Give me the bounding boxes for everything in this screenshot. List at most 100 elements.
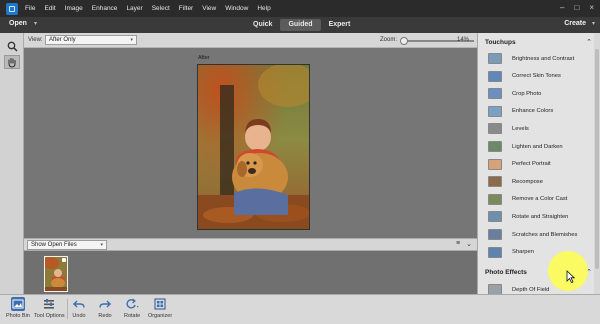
tab-expert[interactable]: Expert — [321, 19, 359, 31]
chevron-down-icon: ▾ — [100, 242, 103, 248]
touchup-item-label: Crop Photo — [512, 90, 542, 97]
lighten-darken-icon — [488, 141, 502, 152]
touchup-item-label: Levels — [512, 125, 529, 132]
menu-filter[interactable]: Filter — [179, 5, 193, 12]
organizer-icon — [153, 297, 167, 311]
touchup-item[interactable]: Brightness and Contrast — [478, 50, 594, 67]
menu-view[interactable]: View — [202, 5, 216, 12]
levels-icon — [488, 123, 502, 135]
photo-bin — [24, 251, 477, 294]
view-select[interactable]: After Only ▾ — [45, 35, 137, 45]
recompose-icon — [488, 176, 502, 188]
mode-tabs: Quick Guided Expert — [245, 19, 358, 31]
hand-tool-button[interactable] — [4, 55, 20, 69]
menu-enhance[interactable]: Enhance — [92, 5, 118, 12]
view-options-bar: View: After Only ▾ Zoom: 14% — [24, 33, 477, 48]
touchup-item[interactable]: Lighten and Darken — [478, 138, 594, 155]
organizer-button[interactable]: Organizer — [148, 297, 172, 324]
photo-bin-label: Photo Bin — [6, 313, 30, 319]
photo-boy-with-dog[interactable] — [197, 64, 310, 230]
menu-file[interactable]: File — [25, 5, 35, 12]
menu-layer[interactable]: Layer — [126, 5, 142, 12]
scratches-icon — [488, 229, 502, 240]
touchup-item-label: Enhance Colors — [512, 108, 554, 115]
photo-bin-header: Show Open Files ▾ ≡ ⌄ — [24, 238, 477, 251]
touchup-item[interactable]: Enhance Colors — [478, 103, 594, 120]
create-button[interactable]: Create — [564, 20, 586, 27]
tool-options-button[interactable]: Tool Options — [34, 297, 65, 324]
touchup-item-label: Remove a Color Cast — [512, 196, 568, 203]
menu-bar: File Edit Image Enhance Layer Select Fil… — [0, 0, 600, 17]
maximize-button[interactable]: □ — [574, 3, 579, 12]
menu-help[interactable]: Help — [257, 5, 270, 12]
chevron-down-icon[interactable]: ▾ — [34, 20, 37, 27]
menu-image[interactable]: Image — [65, 5, 83, 12]
mode-bar: Open ▾ Quick Guided Expert Create ▾ — [0, 17, 600, 33]
touchup-item[interactable]: Crop Photo — [478, 85, 594, 102]
taskbar-divider — [67, 299, 68, 319]
rotate-label: Rotate — [124, 313, 141, 319]
touchup-item[interactable]: Rotate and Straighten — [478, 208, 594, 225]
perfect-portrait-icon — [488, 158, 502, 170]
effect-item-label: Depth Of Field — [512, 286, 550, 293]
photo-bin-icon — [10, 297, 25, 311]
close-button[interactable]: × — [589, 3, 594, 12]
panel-scrollbar-thumb[interactable] — [595, 49, 599, 269]
touchup-item-label: Sharpen — [512, 249, 534, 256]
guided-panel: Touchups ⌃ Brightness and Contrast Correc… — [477, 33, 600, 294]
chevron-up-icon[interactable]: ⌃ — [586, 36, 592, 49]
touchup-item[interactable]: Scratches and Blemishes — [478, 226, 594, 243]
minimize-button[interactable]: – — [560, 3, 564, 12]
touchup-item-label: Lighten and Darken — [512, 143, 563, 150]
menu-window[interactable]: Window — [225, 5, 248, 12]
rotate-button[interactable]: Rotate — [124, 297, 140, 324]
touchup-item[interactable]: Recompose — [478, 173, 594, 190]
rotate-icon — [125, 297, 139, 311]
bin-source-value: Show Open Files — [31, 242, 77, 248]
panel-scrollbar[interactable] — [594, 33, 600, 294]
touchups-header[interactable]: Touchups ⌃ — [478, 36, 594, 49]
undo-button[interactable]: Undo — [72, 297, 86, 324]
menu-edit[interactable]: Edit — [44, 5, 55, 12]
magnifier-icon — [7, 41, 18, 52]
zoom-slider-handle[interactable] — [400, 37, 408, 45]
touchup-item[interactable]: Perfect Portrait — [478, 156, 594, 173]
open-button[interactable]: Open — [9, 20, 27, 27]
zoom-value: 14% — [457, 37, 470, 43]
photo-bin-button[interactable]: Photo Bin — [6, 297, 30, 324]
rotate-straighten-icon — [488, 211, 502, 223]
image-canvas[interactable]: After — [24, 48, 477, 238]
undo-icon — [72, 297, 86, 311]
tab-quick[interactable]: Quick — [245, 19, 280, 31]
bin-source-select[interactable]: Show Open Files ▾ — [27, 240, 107, 250]
tab-guided[interactable]: Guided — [280, 19, 321, 31]
brightness-contrast-icon — [488, 53, 502, 64]
bin-options-icon[interactable]: ≡ — [456, 240, 460, 248]
menu-select[interactable]: Select — [152, 5, 170, 12]
touchup-item-label: Brightness and Contrast — [512, 55, 575, 62]
touchup-item[interactable]: Levels — [478, 120, 594, 137]
color-cast-icon — [488, 193, 502, 205]
undo-label: Undo — [72, 313, 86, 319]
photo-thumbnail[interactable] — [44, 256, 68, 292]
bin-collapse-icon[interactable]: ⌄ — [466, 240, 472, 248]
mouse-cursor-icon — [566, 270, 575, 283]
zoom-tool-button[interactable] — [4, 39, 20, 53]
touchup-item-label: Perfect Portrait — [512, 161, 551, 168]
view-select-value: After Only — [49, 37, 76, 43]
redo-label: Redo — [98, 313, 112, 319]
depth-of-field-icon — [488, 284, 502, 294]
touchup-item-label: Scratches and Blemishes — [512, 231, 578, 238]
touchups-title: Touchups — [485, 39, 516, 46]
thumbnail-badge-icon — [62, 258, 66, 262]
bottom-taskbar: Photo Bin Tool Options Undo Redo Rotate … — [0, 294, 600, 324]
redo-button[interactable]: Redo — [98, 297, 112, 324]
hand-icon — [8, 57, 16, 68]
touchup-item[interactable]: Correct Skin Tones — [478, 68, 594, 85]
sharpen-icon — [488, 246, 502, 258]
chevron-down-icon[interactable]: ▾ — [592, 20, 595, 27]
view-label: View: — [28, 37, 43, 43]
touchup-item-label: Recompose — [512, 178, 543, 185]
touchup-item[interactable]: Remove a Color Cast — [478, 191, 594, 208]
tool-strip — [0, 33, 24, 294]
